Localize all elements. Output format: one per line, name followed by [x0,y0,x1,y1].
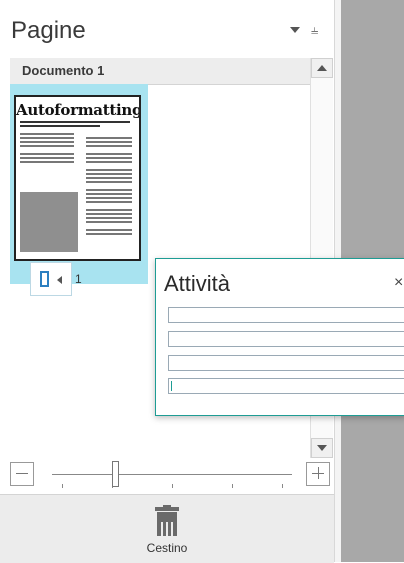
text-cursor [171,381,172,391]
scroll-down-button[interactable] [311,438,333,458]
zoom-slider-thumb[interactable] [112,461,119,487]
task-field-3[interactable] [168,355,404,371]
arrow-up-icon [317,65,327,71]
zoom-tick [282,484,283,488]
plus-icon[interactable] [306,462,330,486]
task-field-2[interactable] [168,331,404,347]
chevron-left-icon [57,276,62,284]
zoom-tick [172,484,173,488]
page-preview-image: Autoformatting [14,95,141,261]
task-field-4[interactable] [168,378,404,394]
pane-title: Pagine [11,17,86,44]
arrow-down-icon [317,445,327,451]
document-group-label: Documento 1 [22,63,105,78]
page-action-button[interactable] [30,262,72,296]
preview-image-block [20,192,78,252]
trash-icon[interactable] [155,505,179,540]
pin-icon[interactable]: ⫨ [311,22,318,38]
trash-label[interactable]: Cestino [0,541,334,555]
page-icon [40,271,49,287]
close-icon[interactable]: × [394,274,403,292]
page-number: 1 [75,272,82,286]
scroll-up-button[interactable] [311,58,333,78]
chevron-down-icon[interactable] [290,27,300,33]
zoom-slider-track[interactable] [52,474,292,475]
document-group-header[interactable]: Documento 1 [10,58,310,85]
tasks-popup: Attività × [155,258,404,416]
zoom-tick [232,484,233,488]
bottom-panel: Cestino [0,494,334,563]
zoom-tick [62,484,63,488]
minus-icon[interactable] [10,462,34,486]
zoom-bar [0,458,334,492]
task-field-1[interactable] [168,307,404,323]
preview-heading: Autoformatting [16,101,141,119]
preview-column [82,135,136,237]
page-thumbnail-selected[interactable]: Autoformatting [10,84,148,284]
tasks-title: Attività [164,271,231,296]
